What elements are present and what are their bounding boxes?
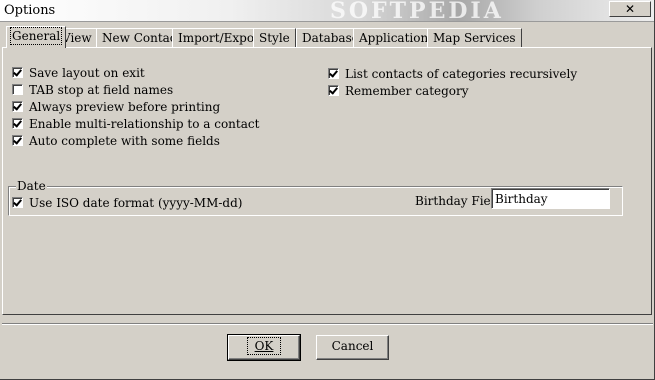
option-save-layout[interactable]: Save layout on exit [12,65,145,80]
ok-button[interactable]: OK [227,334,301,361]
tab-view-label: View [62,31,92,45]
option-label: Use ISO date format (yyyy-MM-dd) [29,195,243,210]
option-label: Save layout on exit [29,65,145,80]
option-iso-date[interactable]: Use ISO date format (yyyy-MM-dd) [12,195,242,210]
birthday-field-input[interactable] [491,188,610,209]
checkbox[interactable] [12,135,23,146]
separator [2,323,653,325]
option-tab-stop[interactable]: TAB stop at field names [12,82,173,97]
option-label: Auto complete with some fields [29,133,220,148]
tab-import-export-label: Import/Export [178,31,265,45]
option-multi-relationship[interactable]: Enable multi-relationship to a contact [12,116,259,131]
checkbox[interactable] [328,68,339,79]
option-auto-complete[interactable]: Auto complete with some fields [12,133,220,148]
close-icon: ✕ [624,2,636,16]
window-title: Options [4,3,56,18]
tab-general[interactable]: General [6,26,67,48]
option-label: Remember category [345,83,469,98]
cancel-button[interactable]: Cancel [316,335,389,360]
tab-style[interactable]: Style [253,28,296,47]
checkbox[interactable] [12,118,23,129]
option-remember-category[interactable]: Remember category [328,83,469,98]
tab-map-services-label: Map Services [433,31,516,45]
option-label: List contacts of categories recursively [345,66,578,81]
close-button[interactable]: ✕ [609,1,651,17]
date-group-label: Date [16,179,47,193]
checkbox[interactable] [12,67,23,78]
tab-new-contact-label: New Contact [102,31,182,45]
tab-applications-label: Applications [359,31,435,45]
option-label: TAB stop at field names [29,82,174,97]
tab-style-label: Style [259,31,290,45]
checkbox[interactable] [12,101,23,112]
watermark: SOFTPEDIA [330,0,504,24]
tab-map-services[interactable]: Map Services [427,28,522,47]
checkbox[interactable] [12,197,23,208]
title-bar: Options SOFTPEDIA ✕ [0,0,655,24]
ok-button-label: OK [246,337,282,355]
tab-general-label: General [9,27,63,45]
cancel-button-label: Cancel [331,339,374,353]
option-always-preview[interactable]: Always preview before printing [12,99,220,114]
option-list-recursively[interactable]: List contacts of categories recursively [328,66,577,81]
option-label: Always preview before printing [29,99,221,114]
option-label: Enable multi-relationship to a contact [29,116,260,131]
checkbox[interactable] [12,84,23,95]
tab-database-label: Database [302,31,359,45]
checkbox[interactable] [328,85,339,96]
